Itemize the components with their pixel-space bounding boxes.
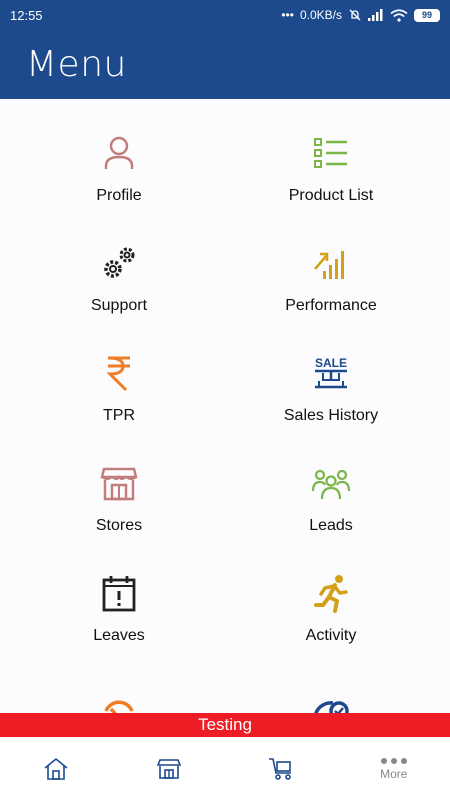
menu-item-label: Support bbox=[90, 297, 148, 314]
menu-item-label: Profile bbox=[96, 187, 142, 204]
status-indicators: ••• 0.0KB/s 99 bbox=[281, 8, 440, 22]
store-icon bbox=[156, 758, 181, 779]
nav-more-label: More bbox=[380, 766, 408, 781]
mute-icon bbox=[349, 9, 361, 21]
dots-icon: ••• bbox=[281, 8, 294, 22]
svg-text:SALE: SALE bbox=[315, 356, 347, 370]
menu-item-support[interactable]: Support bbox=[13, 209, 225, 319]
product-list-icon bbox=[314, 138, 347, 168]
menu-item-partial-left[interactable] bbox=[13, 649, 225, 713]
menu-item-label: Activity bbox=[305, 627, 357, 644]
rupee-icon bbox=[106, 356, 130, 392]
battery-icon: 99 bbox=[414, 8, 440, 22]
calendar-icon bbox=[102, 576, 136, 612]
leads-icon bbox=[311, 469, 351, 500]
menu-item-label: Leaves bbox=[93, 627, 145, 644]
status-bar: 12:55 ••• 0.0KB/s 99 bbox=[0, 0, 450, 30]
cart-icon bbox=[269, 757, 292, 780]
menu-item-label: Stores bbox=[95, 517, 143, 534]
gauge-check-icon bbox=[314, 701, 349, 713]
menu-item-stores[interactable]: Stores bbox=[13, 429, 225, 539]
testing-banner: Testing bbox=[0, 713, 450, 737]
bottom-nav: More bbox=[0, 737, 450, 800]
nav-home[interactable] bbox=[0, 737, 113, 800]
menu-grid: Profile Product List Support Performance… bbox=[0, 99, 450, 713]
menu-item-partial-right[interactable] bbox=[225, 649, 437, 713]
refresh-icon bbox=[104, 700, 134, 713]
app-bar: Menu bbox=[0, 30, 450, 99]
signal-icon bbox=[368, 9, 383, 21]
performance-icon bbox=[314, 251, 344, 279]
running-icon bbox=[314, 575, 348, 613]
more-icon bbox=[380, 757, 407, 764]
menu-item-performance[interactable]: Performance bbox=[225, 209, 437, 319]
nav-more[interactable]: More bbox=[338, 737, 450, 800]
menu-item-tpr[interactable]: TPR bbox=[13, 319, 225, 429]
gears-icon bbox=[104, 247, 135, 278]
menu-item-label: Product List bbox=[288, 187, 374, 204]
menu-item-leads[interactable]: Leads bbox=[225, 429, 437, 539]
nav-store[interactable] bbox=[113, 737, 226, 800]
home-icon bbox=[44, 757, 68, 780]
sale-icon: SALE bbox=[315, 356, 347, 389]
testing-banner-text: Testing bbox=[198, 715, 252, 734]
store-icon bbox=[100, 467, 138, 501]
wifi-icon bbox=[390, 8, 408, 22]
menu-item-label: Leads bbox=[309, 517, 353, 534]
menu-item-sales-history[interactable]: SALE Sales History bbox=[225, 319, 437, 429]
nav-cart[interactable] bbox=[225, 737, 338, 800]
page-title: Menu bbox=[26, 44, 127, 85]
menu-item-label: Sales History bbox=[283, 407, 379, 424]
status-time: 12:55 bbox=[10, 7, 43, 23]
menu-item-leaves[interactable]: Leaves bbox=[13, 539, 225, 649]
menu-item-activity[interactable]: Activity bbox=[225, 539, 437, 649]
menu-item-product-list[interactable]: Product List bbox=[225, 99, 437, 209]
menu-item-profile[interactable]: Profile bbox=[13, 99, 225, 209]
menu-item-label: TPR bbox=[103, 407, 135, 424]
profile-icon bbox=[104, 136, 134, 169]
network-speed: 0.0KB/s bbox=[299, 8, 342, 22]
menu-item-label: Performance bbox=[285, 297, 377, 314]
